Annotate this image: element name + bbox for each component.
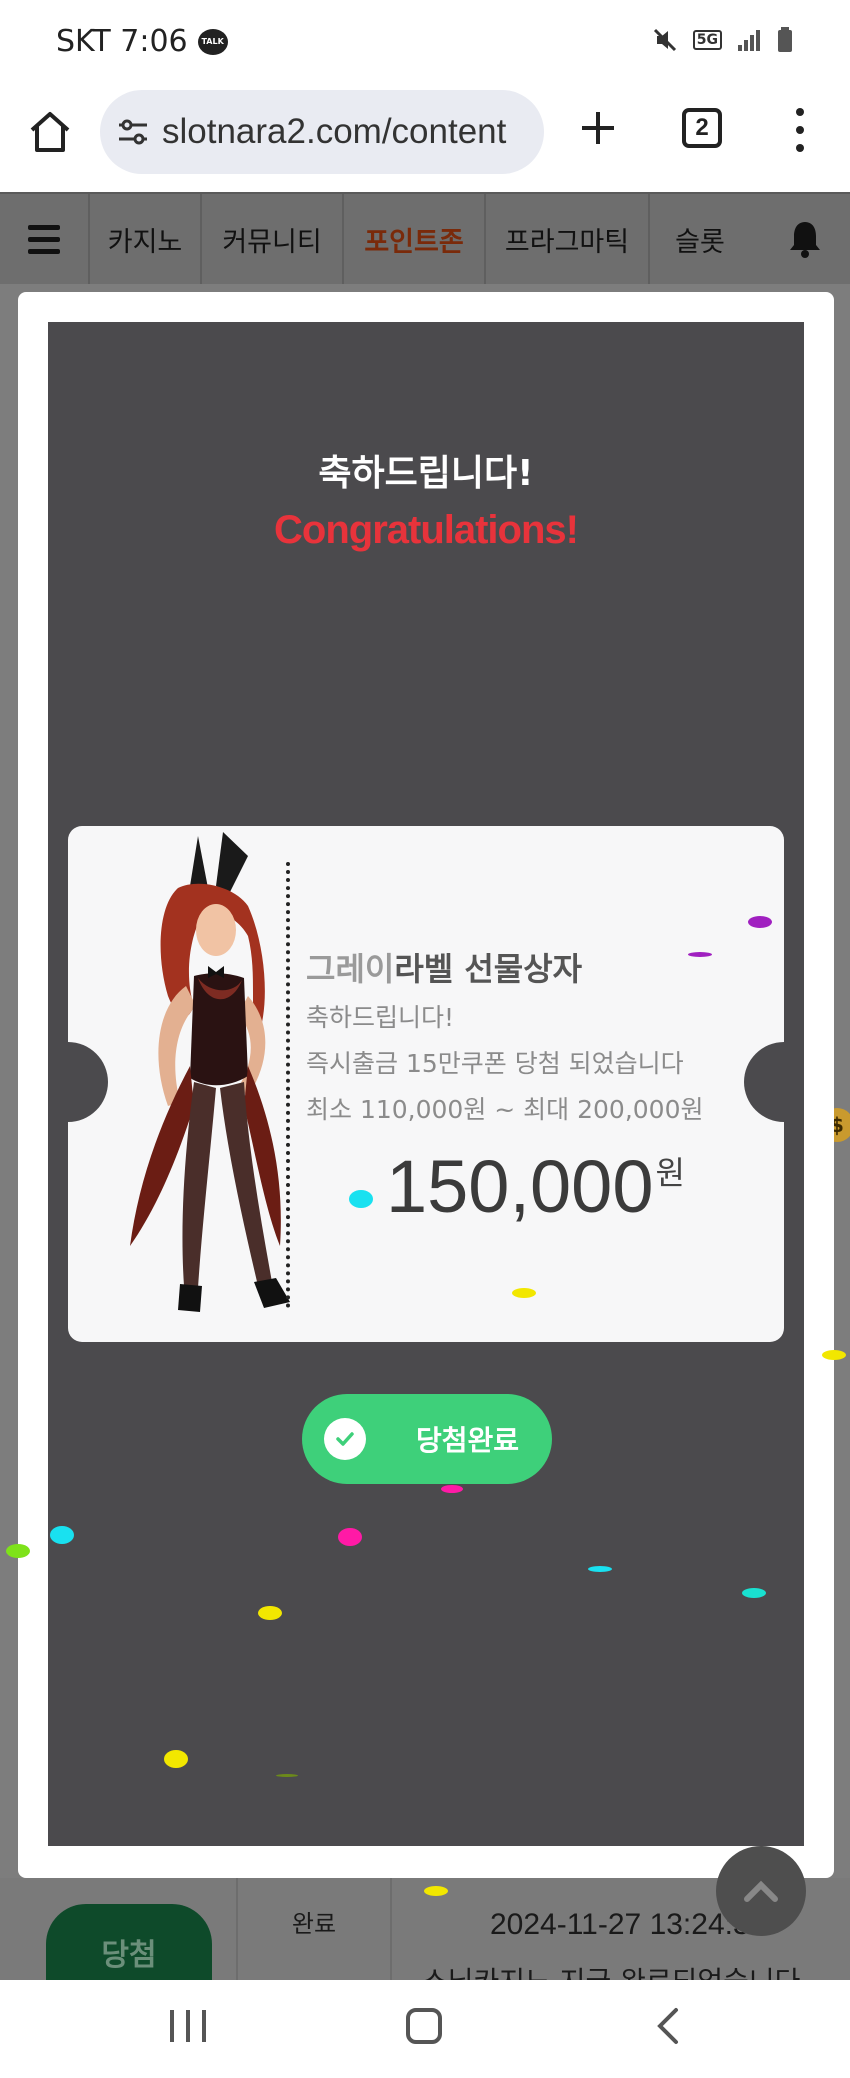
confetti-piece [164, 1750, 188, 1768]
confetti-piece [748, 916, 772, 928]
character-illustration [130, 832, 290, 1312]
nav-item-pragmatic[interactable]: 프라그마틱 [486, 194, 650, 284]
browser-toolbar: slotnara2.com/content 2 [0, 88, 850, 192]
result-status: 완료 [236, 1878, 392, 1980]
status-right: 5G [651, 26, 794, 54]
mute-icon [653, 28, 676, 52]
home-button-icon[interactable] [406, 2008, 442, 2044]
battery-icon [778, 27, 792, 52]
network-label: 5G [692, 30, 722, 50]
ticket-amount-value: 150,000 [386, 1145, 654, 1228]
back-icon[interactable] [650, 2006, 686, 2046]
ticket-range-line: 최소 110,000원 ~ 최대 200,000원 [306, 1095, 704, 1124]
ticket-title-highlight: 그레이 [306, 950, 395, 988]
confetti-piece [822, 1350, 846, 1360]
nav-item-casino[interactable]: 카지노 [90, 194, 202, 284]
more-menu-icon[interactable] [790, 108, 810, 152]
home-icon[interactable] [26, 108, 74, 156]
url-text: slotnara2.com/content [162, 112, 507, 151]
recent-apps-icon[interactable] [170, 2010, 206, 2046]
new-tab-icon[interactable] [578, 108, 618, 148]
confetti-piece [688, 952, 712, 957]
check-icon [324, 1418, 366, 1460]
confetti-piece [50, 1526, 74, 1544]
nav-item-slot[interactable]: 슬롯 [650, 194, 750, 284]
nav-items: 카지노 커뮤니티 포인트존 프라그마틱 슬롯 [90, 194, 750, 284]
ticket-notch-right [744, 1042, 784, 1122]
ticket-title-rest: 라벨 선물상자 [394, 950, 583, 988]
scroll-top-button[interactable] [716, 1846, 806, 1936]
confetti-piece [742, 1588, 766, 1598]
ticket-amount-unit: 원 [655, 1154, 685, 1192]
congrats-heading-ko: 축하드립니다! [318, 453, 534, 494]
confetti-piece [424, 1886, 448, 1896]
win-complete-label: 당첨완료 [416, 1424, 520, 1457]
prize-ticket: 그레이라벨 선물상자 축하드립니다! 즉시출금 15만쿠폰 당첨 되었습니다 최… [68, 826, 784, 1342]
confetti-piece [441, 1485, 463, 1493]
tab-switcher-button[interactable]: 2 [682, 108, 722, 148]
confetti-piece [349, 1190, 373, 1208]
confetti-piece [588, 1566, 612, 1572]
signal-icon [738, 30, 760, 51]
ticket-congrats-line: 축하드립니다! [306, 1003, 455, 1032]
confetti-piece [6, 1544, 30, 1558]
address-bar[interactable]: slotnara2.com/content [100, 90, 544, 174]
site-settings-icon[interactable] [116, 115, 150, 149]
ticket-coupon-line: 즉시출금 15만쿠폰 당첨 되었습니다 [306, 1049, 684, 1078]
nav-item-pointzone[interactable]: 포인트존 [344, 194, 486, 284]
ticket-title: 그레이라벨 선물상자 [306, 944, 582, 990]
confetti-piece [276, 1774, 298, 1777]
congrats-heading-en: Congratulations! [274, 508, 579, 552]
nav-item-community[interactable]: 커뮤니티 [202, 194, 344, 284]
site-nav: 카지노 커뮤니티 포인트존 프라그마틱 슬롯 [0, 192, 850, 284]
hamburger-menu-icon[interactable] [0, 194, 90, 284]
win-complete-button[interactable]: 당첨완료 [302, 1394, 552, 1484]
chevron-up-icon [744, 1880, 778, 1902]
carrier-time: SKT 7:06 [56, 24, 188, 59]
prize-modal-body: 축하드립니다! Congratulations! 그레이라벨 선물상자 축하드립… [48, 322, 804, 1846]
kakaotalk-icon: TALK [197, 28, 228, 55]
prize-modal: 축하드립니다! Congratulations! 그레이라벨 선물상자 축하드립… [18, 292, 834, 1878]
confetti-piece [512, 1288, 536, 1298]
confetti-piece [258, 1606, 282, 1620]
status-left: SKT 7:06 TALK [56, 24, 228, 59]
android-nav-bar [0, 1980, 850, 2078]
ticket-perforation [286, 862, 290, 1308]
ticket-amount: 150,000원 [386, 1144, 685, 1229]
bell-icon[interactable] [760, 194, 850, 284]
confetti-piece [338, 1528, 362, 1546]
status-bar: SKT 7:06 TALK 5G [0, 0, 850, 88]
